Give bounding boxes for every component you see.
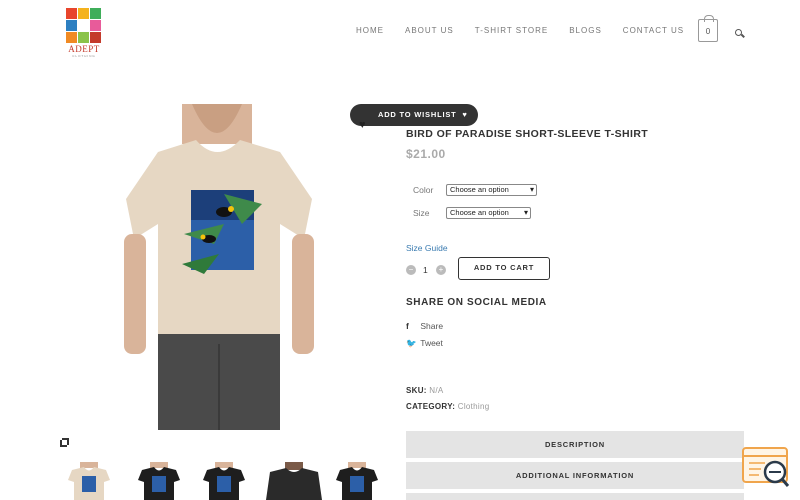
expand-icon[interactable] <box>60 438 69 447</box>
product-price: $21.00 <box>406 147 446 161</box>
size-label: Size <box>413 208 430 218</box>
chat-widget-icon[interactable] <box>741 446 791 488</box>
wishlist-label: ADD TO WISHLIST <box>378 110 457 119</box>
tshirt-illustration <box>124 104 314 430</box>
product-thumbnail[interactable] <box>136 462 182 500</box>
color-select-value: Choose an option <box>450 185 509 194</box>
tab-additional-information[interactable]: ADDITIONAL INFORMATION <box>406 462 744 489</box>
main-nav: HOME ABOUT US T-SHIRT STORE BLOGS CONTAC… <box>356 26 705 35</box>
product-sku: SKU: N/A <box>406 386 444 395</box>
sku-label: SKU: <box>406 386 427 395</box>
product-thumbnail[interactable] <box>201 462 247 500</box>
nav-contact-us[interactable]: CONTACT US <box>623 26 684 35</box>
size-guide-link[interactable]: Size Guide <box>406 243 448 253</box>
logo-mark <box>66 8 104 43</box>
quantity-increase-button[interactable]: + <box>436 265 446 275</box>
product-thumbnail[interactable] <box>334 462 380 500</box>
nav-tshirt-store[interactable]: T-SHIRT STORE <box>475 26 548 35</box>
size-select-value: Choose an option <box>450 208 509 217</box>
share-facebook-link[interactable]: f Share <box>406 321 443 331</box>
product-thumbnail[interactable] <box>266 462 322 500</box>
product-main-image[interactable] <box>64 104 378 430</box>
twitter-icon: 🐦 <box>406 338 417 348</box>
nav-blogs[interactable]: BLOGS <box>569 26 602 35</box>
nav-home[interactable]: HOME <box>356 26 384 35</box>
share-heading: SHARE ON SOCIAL MEDIA <box>406 297 547 308</box>
nav-about-us[interactable]: ABOUT US <box>405 26 454 35</box>
share-twitter-link[interactable]: 🐦 Tweet <box>406 338 443 349</box>
add-to-cart-button[interactable]: ADD TO CART <box>458 257 550 280</box>
size-select[interactable]: Choose an option <box>446 207 531 219</box>
tab-description[interactable]: DESCRIPTION <box>406 431 744 458</box>
add-to-wishlist-button[interactable]: ADD TO WISHLIST ♥ <box>350 104 478 126</box>
share-facebook-label: Share <box>420 321 444 331</box>
color-select[interactable]: Choose an option <box>446 184 537 196</box>
color-label: Color <box>413 185 434 195</box>
brand-logo[interactable]: ADEPT CLOTHING <box>66 8 104 58</box>
share-twitter-label: Tweet <box>420 338 443 348</box>
sku-value: N/A <box>429 386 444 395</box>
heart-icon[interactable]: ♥ <box>359 119 366 131</box>
facebook-icon: f <box>406 321 409 331</box>
tab-next[interactable] <box>406 493 744 500</box>
search-icon[interactable] <box>735 29 742 36</box>
product-category: CATEGORY: Clothing <box>406 402 490 411</box>
logo-subtext: CLOTHING <box>72 54 96 58</box>
product-thumbnail[interactable] <box>66 462 112 500</box>
category-label: CATEGORY: <box>406 402 456 411</box>
cart-icon[interactable]: 0 <box>698 15 718 42</box>
heart-icon: ♥ <box>462 110 468 119</box>
quantity-decrease-button[interactable]: − <box>406 265 416 275</box>
category-link[interactable]: Clothing <box>458 402 490 411</box>
cart-count: 0 <box>705 27 711 36</box>
quantity-value[interactable]: 1 <box>423 265 428 275</box>
product-title: BIRD OF PARADISE SHORT-SLEEVE T-SHIRT <box>406 128 649 140</box>
logo-text: ADEPT <box>68 44 100 54</box>
